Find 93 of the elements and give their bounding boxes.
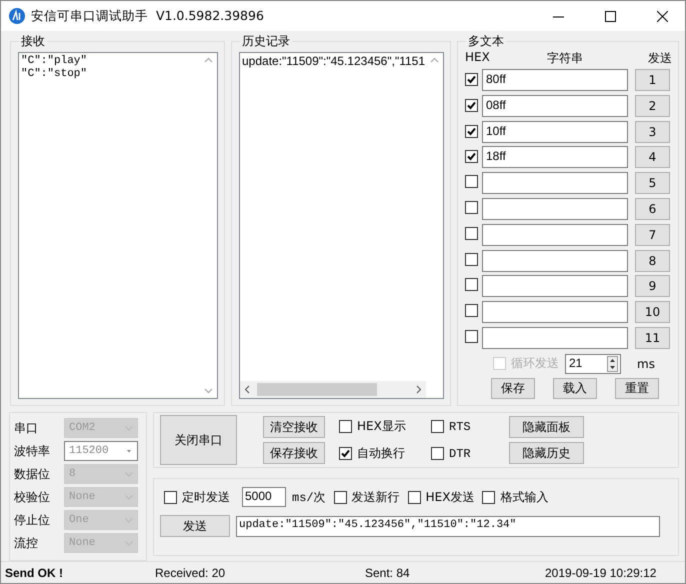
send-number-button[interactable]: 5 [635,172,670,194]
checkbox[interactable] [339,447,352,460]
receive-text-area[interactable]: "C":"play" "C":"stop" [18,52,218,399]
send-number-button[interactable]: 2 [635,94,670,117]
checkbox[interactable] [465,72,478,86]
multi-text-button[interactable]: 载入 [553,378,597,399]
checkbox[interactable] [465,175,478,188]
option-label: 发送新行 [352,488,400,506]
checkbox[interactable] [339,420,352,433]
checkbox[interactable] [482,490,496,504]
group-title: 接收 [19,33,47,50]
scroll-left-icon[interactable] [244,385,250,394]
horizontal-scrollbar[interactable] [240,381,426,398]
setting-label: 波特率 [14,442,51,460]
option-label: DTR [449,446,471,460]
checkbox[interactable] [465,278,478,292]
close-port-button[interactable]: 关闭串口 [160,415,237,465]
send-number-button[interactable]: 8 [635,250,670,272]
scroll-right-icon[interactable] [416,385,422,394]
history-line: update:"11509":"45.123456","1151 [242,55,424,68]
setting-label: 停止位 [14,512,51,528]
column-header: HEX [465,50,491,66]
string-input-field[interactable] [482,327,628,350]
receive-action-button[interactable]: 清空接收 [263,416,325,438]
close-icon[interactable] [656,10,668,22]
unit-label: ms/次 [292,490,326,506]
multi-text-button[interactable]: 保存 [491,378,535,399]
send-number-button[interactable]: 3 [635,120,670,143]
received-count: Received: 20 [155,566,226,580]
checkbox[interactable] [465,200,478,214]
option-label: RTS [449,420,471,434]
column-header: 发送 [647,50,673,67]
string-input-field[interactable] [482,224,628,246]
spinner-arrows-icon[interactable] [607,356,618,372]
string-input-field[interactable] [482,301,628,324]
string-input-field[interactable] [482,198,628,220]
checkbox[interactable] [465,252,478,266]
option-label: 定时发送 [182,488,230,506]
setting-label: 流控 [14,534,39,552]
string-input-field[interactable]: 08ff [482,94,628,117]
status-message: Send OK ! [5,566,64,580]
maximize-icon[interactable] [604,10,616,22]
send-number-button[interactable]: 11 [635,327,670,350]
checkbox[interactable] [465,150,478,164]
setting-label: 数据位 [14,466,51,482]
checkbox[interactable] [408,490,421,504]
setting-label: 串口 [14,420,39,436]
string-input-field[interactable] [482,250,628,272]
received-line: "C":"play" [21,55,88,68]
group-title: 历史记录 [240,33,292,50]
hide-button[interactable]: 隐藏历史 [509,442,584,464]
checkbox[interactable] [465,124,478,138]
checkbox[interactable] [465,304,478,318]
checkbox[interactable] [164,490,177,504]
send-number-button[interactable]: 6 [635,198,670,220]
checkbox[interactable] [465,330,478,344]
status-time: 2019-09-19 10:29:12 [545,566,656,580]
checkbox[interactable] [465,98,478,112]
checkbox[interactable] [334,490,347,504]
string-input-field[interactable] [482,275,628,298]
send-input-field[interactable]: update:"11509":"45.123456","11510":"12.34" [236,516,660,536]
send-number-button[interactable]: 7 [635,224,670,246]
checkbox[interactable] [431,420,444,433]
send-number-button[interactable]: 1 [635,68,670,91]
timer-interval-field[interactable]: 5000 [242,487,286,507]
checkbox[interactable] [431,447,444,460]
unit-label: ms [637,356,655,371]
dropdown-arrow-icon[interactable] [125,448,133,454]
column-header: 字符串 [546,50,584,67]
string-input-field[interactable]: 18ff [482,146,628,168]
option-label: 格式输入 [500,488,548,506]
received-line: "C":"stop" [21,68,88,81]
multi-text-button[interactable]: 重置 [615,378,659,399]
history-text-area[interactable]: update:"11509":"45.123456","1151 [239,52,444,399]
send-number-button[interactable]: 4 [635,146,670,168]
loop-send-label: 循环发送 [511,355,559,372]
sent-count: Sent: 84 [365,566,411,580]
send-button[interactable]: 发送 [160,515,230,537]
string-input-field[interactable] [482,172,628,194]
option-label: 自动换行 [357,445,405,462]
string-input-field[interactable]: 10ff [482,120,628,143]
setting-label: 校验位 [14,488,51,506]
send-number-button[interactable]: 9 [635,275,670,298]
checkbox[interactable] [465,226,478,240]
receive-action-button[interactable]: 保存接收 [263,442,325,464]
option-label: HEX显示 [357,418,406,435]
window-title: 安信可串口调试助手 V1.0.5982.39896 [31,8,265,24]
setting-dropdown[interactable]: 115200 [64,441,138,461]
send-number-button[interactable]: 10 [635,301,670,324]
string-input-field[interactable]: 80ff [482,68,628,91]
hide-button[interactable]: 隐藏面板 [509,416,584,438]
app-logo-icon [9,8,25,24]
option-label: HEX发送 [426,488,474,506]
